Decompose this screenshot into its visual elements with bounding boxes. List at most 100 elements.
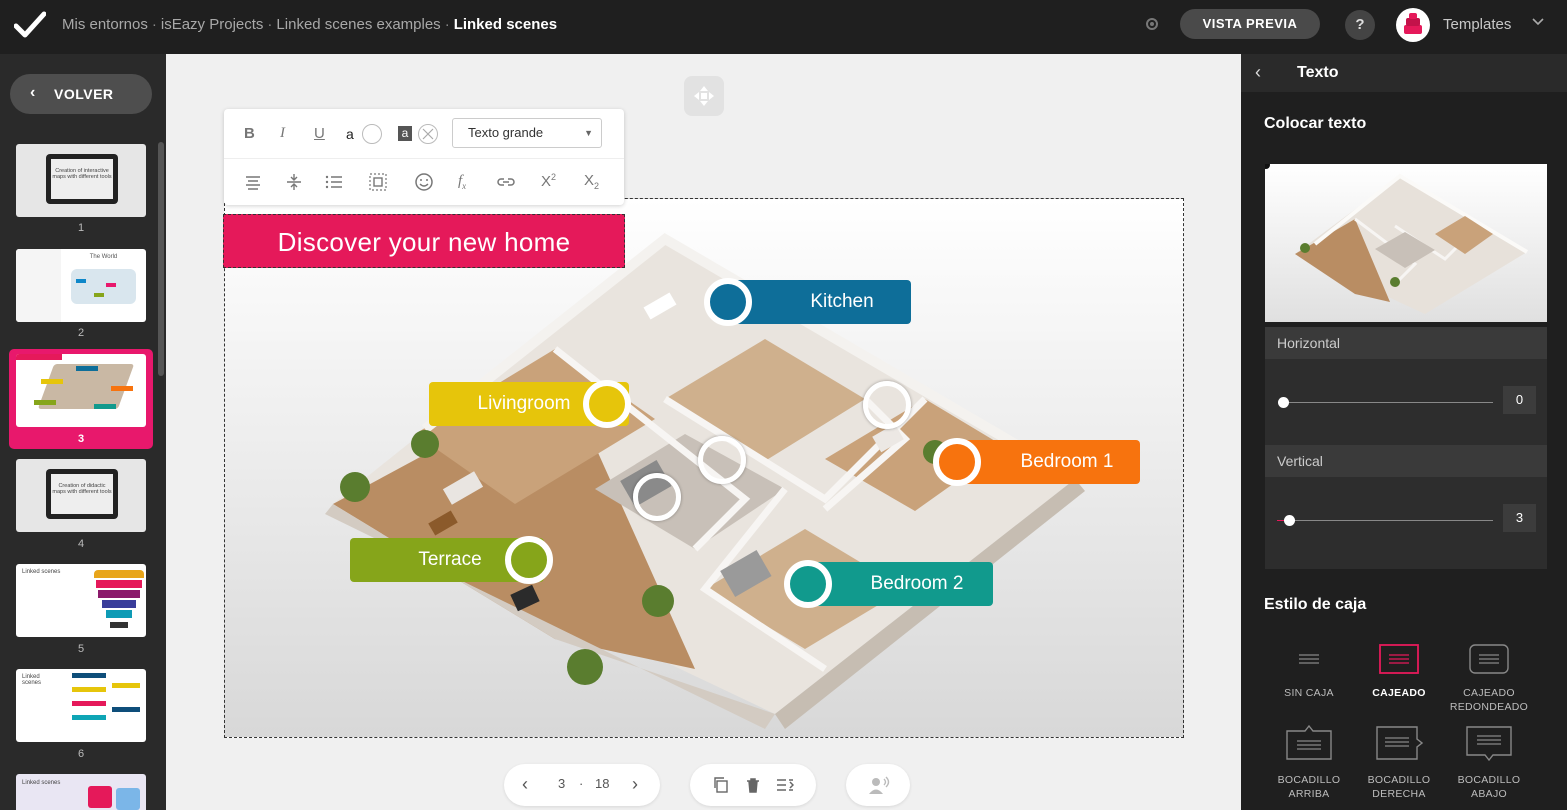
trash-icon[interactable]: [745, 777, 761, 793]
breadcrumb-item[interactable]: isEazy Projects: [161, 16, 264, 33]
status-dot-icon[interactable]: [1146, 18, 1158, 30]
slide-title-textbox[interactable]: Discover your new home: [223, 214, 625, 268]
section-title: Colocar texto: [1264, 115, 1367, 132]
position-preview[interactable]: [1265, 164, 1547, 322]
slide-number: 2: [77, 327, 85, 339]
list-icon[interactable]: [325, 173, 343, 191]
move-handle-icon[interactable]: [684, 76, 724, 116]
font-size-value: Texto grande: [468, 125, 544, 140]
hotspot-kitchen[interactable]: Kitchen: [726, 280, 911, 324]
emoji-icon[interactable]: [414, 172, 434, 192]
bg-color-none-icon[interactable]: [418, 124, 438, 144]
box-style-label: CAJEADO REDONDEADO: [1449, 687, 1529, 713]
chevron-down-icon[interactable]: [1531, 14, 1545, 31]
slide-thumbnail[interactable]: Creation of interactive maps with differ…: [16, 144, 146, 217]
pager-total: 18: [595, 776, 610, 791]
slide-number: 1: [77, 222, 85, 234]
hotspot-marker[interactable]: [863, 381, 911, 429]
panel-header: ‹ Texto: [1241, 54, 1567, 92]
align-icon[interactable]: [244, 173, 262, 191]
hotspot-marker[interactable]: [704, 278, 752, 326]
back-button[interactable]: ‹ VOLVER: [10, 74, 152, 114]
hotspot-bedroom1[interactable]: Bedroom 1: [956, 440, 1140, 484]
slide-thumbnail-selected[interactable]: [16, 354, 146, 427]
app-logo-icon[interactable]: [14, 10, 46, 40]
line-height-icon[interactable]: [285, 173, 303, 191]
box-style-bubble-right[interactable]: BOCADILLO DERECHA: [1354, 725, 1444, 801]
slide-number: 6: [77, 748, 85, 760]
no-box-icon: [1299, 654, 1319, 664]
link-icon[interactable]: [496, 173, 516, 191]
rounded-box-icon: [1469, 644, 1509, 674]
chevron-left-icon[interactable]: ‹: [1255, 62, 1261, 83]
slide-thumb-text: Linked scenes: [22, 569, 61, 575]
breadcrumb-item[interactable]: Linked scenes examples: [276, 16, 440, 33]
hotspot-label: Bedroom 2: [870, 573, 964, 594]
text-format-toolbar: B I U a a Texto grande ▼ fx X2 X2: [224, 109, 624, 205]
bg-color-label: a: [398, 126, 412, 141]
section-title: Estilo de caja: [1264, 596, 1367, 613]
horizontal-slider-track[interactable]: [1283, 402, 1493, 403]
hotspot-marker[interactable]: [505, 536, 553, 584]
help-button[interactable]: ?: [1345, 10, 1375, 40]
slide-thumbnail[interactable]: Creation of didactic maps with different…: [16, 459, 146, 532]
hotspot-label: Terrace: [418, 549, 482, 570]
user-menu-label[interactable]: Templates: [1443, 16, 1511, 33]
text-color-label: a: [346, 126, 354, 142]
hotspot-marker[interactable]: [633, 473, 681, 521]
slide-thumbnail[interactable]: Linked scenes: [16, 669, 146, 742]
duplicate-icon[interactable]: [713, 777, 729, 793]
padding-icon[interactable]: [369, 173, 387, 191]
hotspot-marker[interactable]: [933, 438, 981, 486]
slide-thumb-text: Creation of interactive maps with differ…: [51, 159, 113, 199]
hotspot-marker[interactable]: [784, 560, 832, 608]
underline-button[interactable]: U: [314, 125, 325, 142]
horizontal-slider-knob[interactable]: [1278, 397, 1289, 408]
prev-slide-icon[interactable]: ‹: [522, 774, 528, 795]
voice-button[interactable]: [846, 764, 910, 806]
slide-tools: [690, 764, 816, 806]
box-style-bubble-bottom[interactable]: BOCADILLO ABAJO: [1444, 725, 1534, 801]
sidebar-scrollbar[interactable]: [158, 142, 164, 376]
bold-button[interactable]: B: [244, 125, 255, 142]
box-style-label: SIN CAJA: [1284, 687, 1334, 699]
font-size-select[interactable]: Texto grande ▼: [452, 118, 602, 148]
box-style-bubble-top[interactable]: BOCADILLO ARRIBA: [1264, 725, 1354, 801]
floor-plan-preview-image: [1295, 173, 1529, 314]
pager-current: 3: [558, 776, 566, 791]
hotspot-bedroom2[interactable]: Bedroom 2: [806, 562, 993, 606]
slide-thumb-text: Linked scenes: [22, 780, 61, 786]
preview-button[interactable]: VISTA PREVIA: [1180, 9, 1320, 39]
avatar[interactable]: [1396, 8, 1430, 42]
panel-title: Texto: [1297, 64, 1339, 81]
hotspot-label: Livingroom: [477, 393, 571, 414]
italic-button[interactable]: I: [280, 125, 285, 142]
superscript-icon[interactable]: X2: [541, 172, 556, 190]
slide-thumb-text: Linked scenes: [22, 674, 42, 686]
vertical-slider-block: Vertical 3: [1265, 445, 1547, 569]
box-style-label: BOCADILLO ARRIBA: [1277, 774, 1341, 800]
slide-pager: ‹ 3 · 18 ›: [504, 764, 660, 806]
formula-icon[interactable]: fx: [458, 173, 466, 191]
vertical-value-input[interactable]: 3: [1503, 504, 1536, 532]
hotspot-marker[interactable]: [698, 436, 746, 484]
text-color-picker[interactable]: [362, 124, 382, 144]
box-style-none[interactable]: SIN CAJA: [1264, 644, 1354, 700]
box-style-boxed[interactable]: CAJEADO: [1354, 644, 1444, 700]
vertical-slider-track[interactable]: [1283, 520, 1493, 521]
breadcrumb-item[interactable]: Mis entornos: [62, 16, 148, 33]
slide-thumbnail[interactable]: Linked scenes: [16, 774, 146, 810]
slide-thumbnail[interactable]: The World: [16, 249, 146, 322]
next-slide-icon[interactable]: ›: [632, 774, 638, 795]
hotspot-marker[interactable]: [583, 380, 631, 428]
properties-panel: ‹ Texto Colocar texto Horizontal 0 Verti…: [1241, 54, 1567, 810]
reorder-icon[interactable]: [776, 777, 794, 793]
slides-sidebar: ‹ VOLVER Creation of interactive maps wi…: [0, 54, 166, 810]
slide-thumb-text: The World: [89, 254, 118, 260]
subscript-icon[interactable]: X2: [584, 172, 599, 191]
slide-thumbnail[interactable]: Linked scenes: [16, 564, 146, 637]
vertical-slider-knob[interactable]: [1284, 515, 1295, 526]
templates-logo-icon: [1404, 13, 1422, 34]
horizontal-value-input[interactable]: 0: [1503, 386, 1536, 414]
box-style-rounded[interactable]: CAJEADO REDONDEADO: [1444, 644, 1534, 714]
